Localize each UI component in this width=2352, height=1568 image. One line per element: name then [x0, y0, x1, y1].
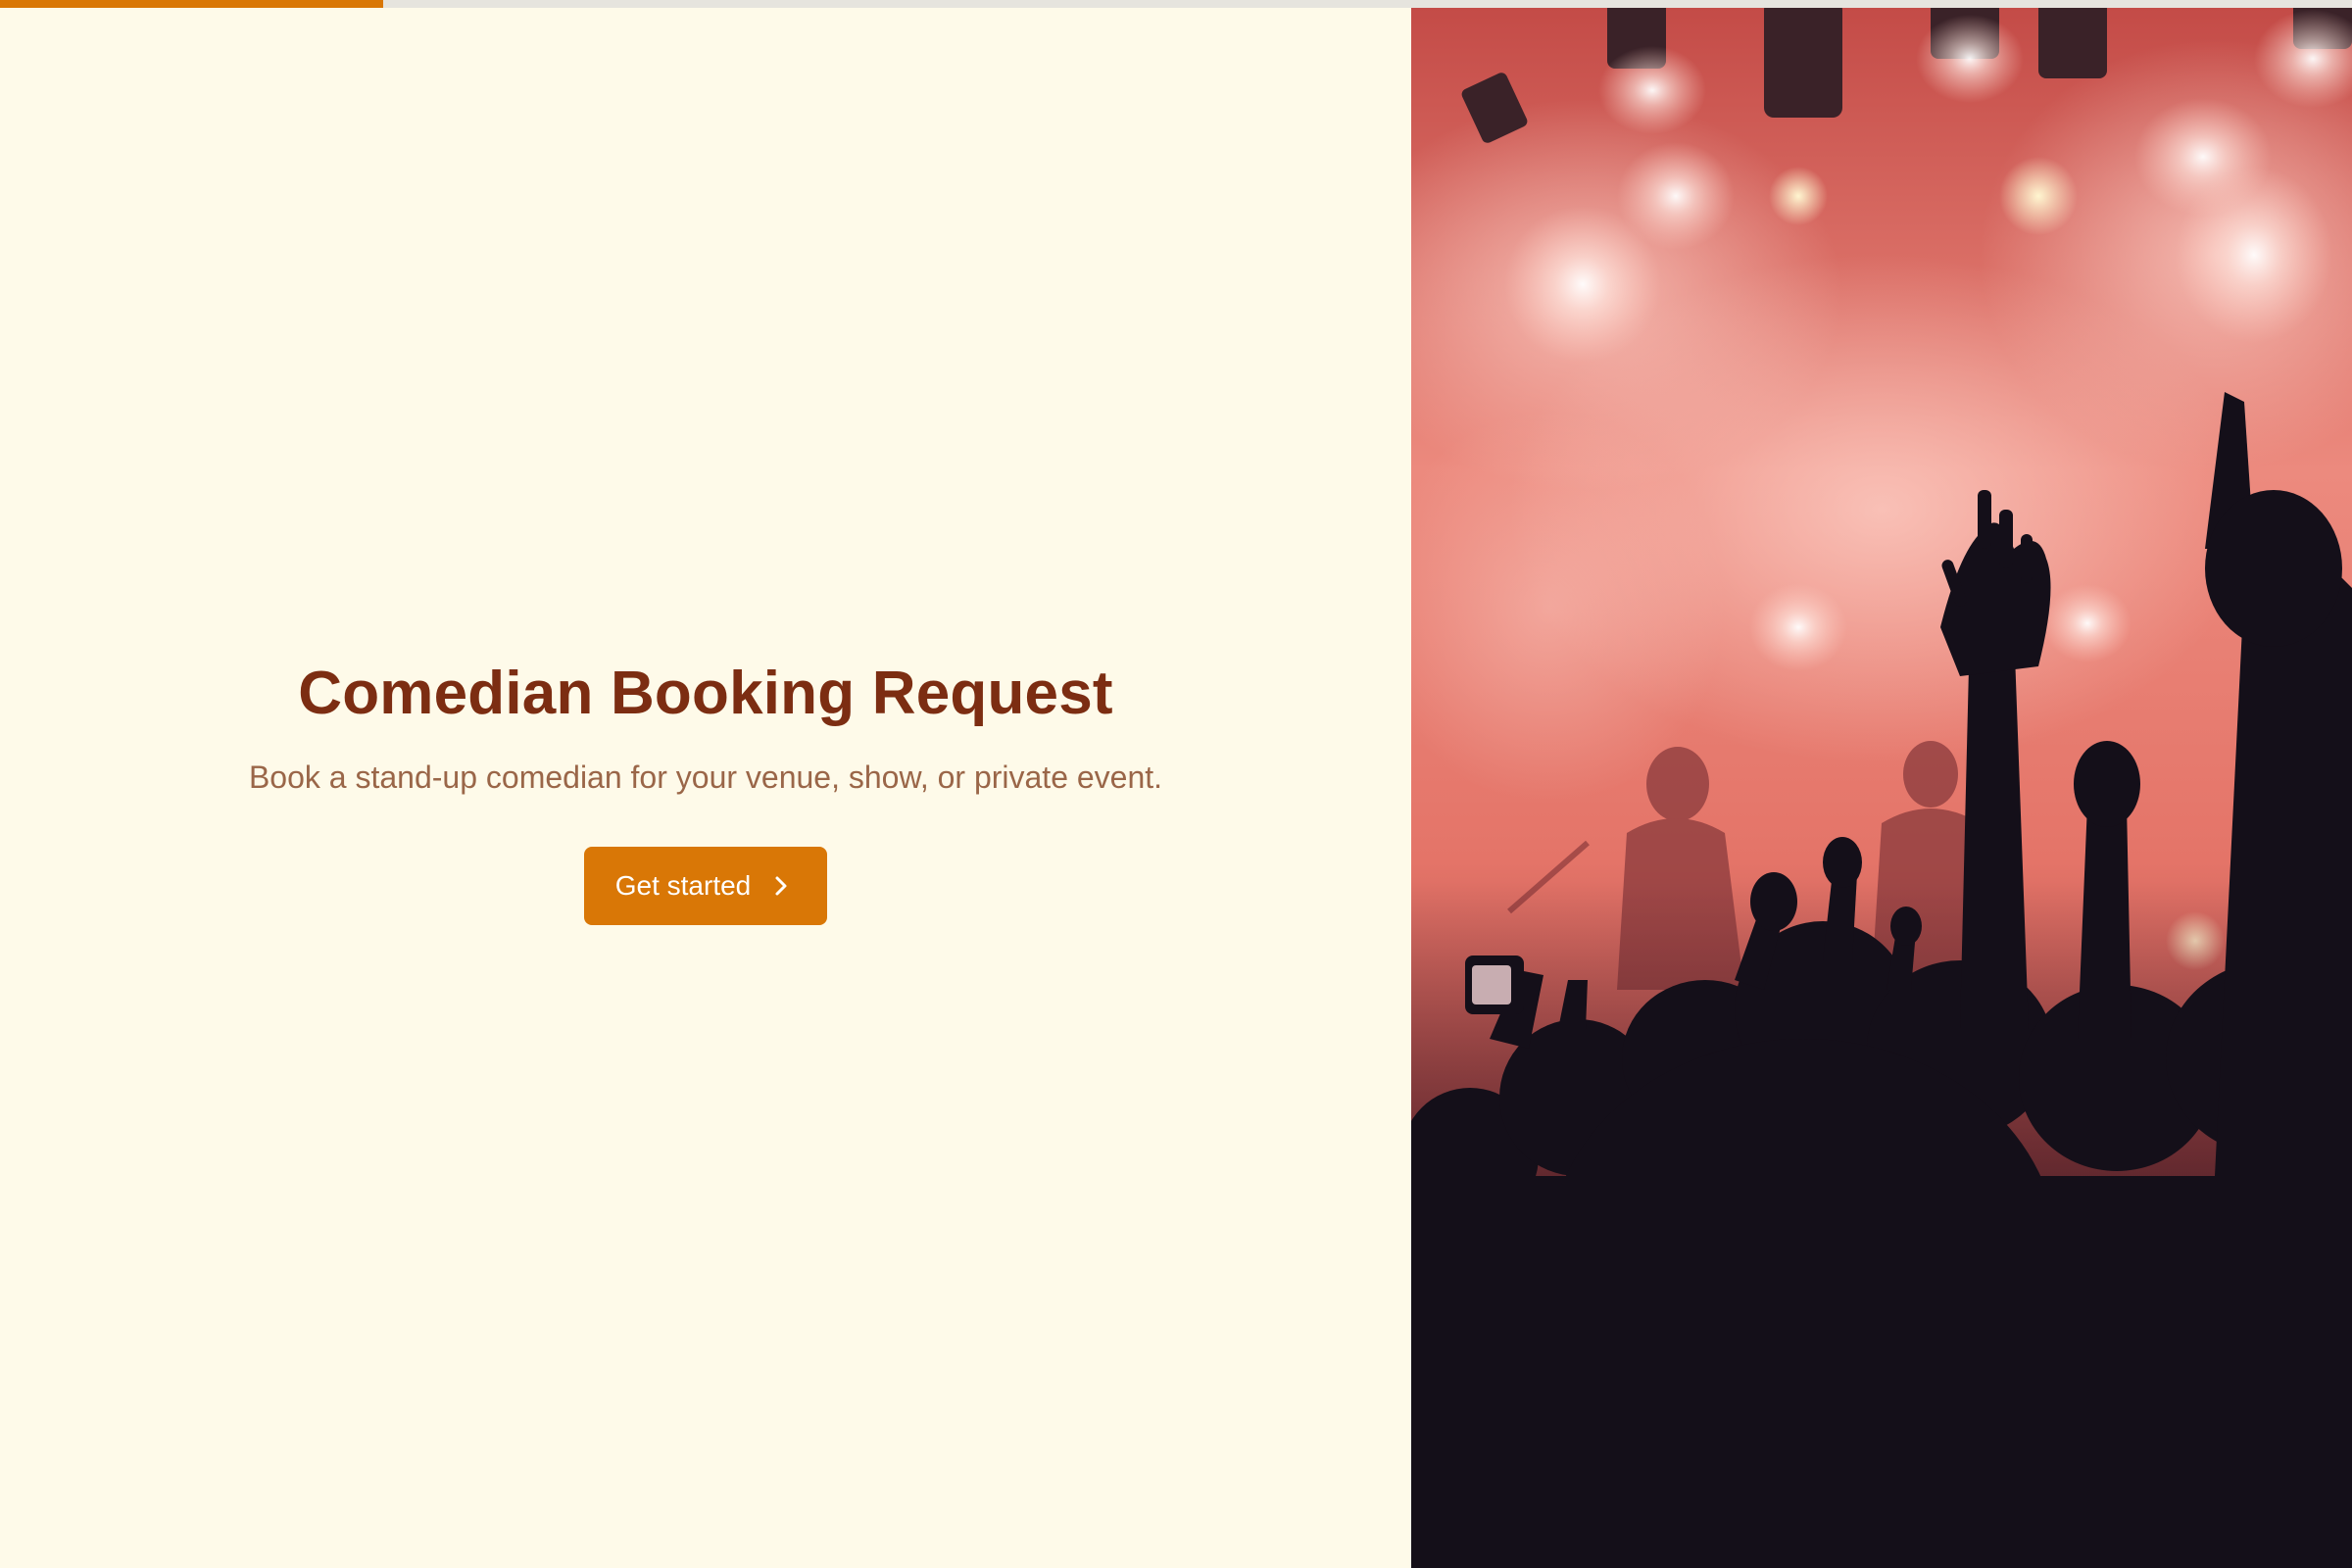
get-started-button[interactable]: Get started	[583, 847, 828, 926]
concert-crowd-photo	[1411, 0, 2352, 1568]
intro-content: Comedian Booking Request Book a stand-up…	[249, 659, 1162, 926]
intro-panel: Comedian Booking Request Book a stand-up…	[0, 0, 1411, 1568]
chevron-right-icon	[772, 873, 790, 899]
form-welcome-page: Comedian Booking Request Book a stand-up…	[0, 0, 2352, 1568]
hero-image	[1411, 0, 2352, 1568]
page-title: Comedian Booking Request	[298, 659, 1113, 727]
page-subtitle: Book a stand-up comedian for your venue,…	[248, 759, 1163, 795]
get-started-label: Get started	[614, 870, 752, 902]
progress-bar	[0, 0, 2352, 8]
progress-bar-fill	[0, 0, 384, 8]
